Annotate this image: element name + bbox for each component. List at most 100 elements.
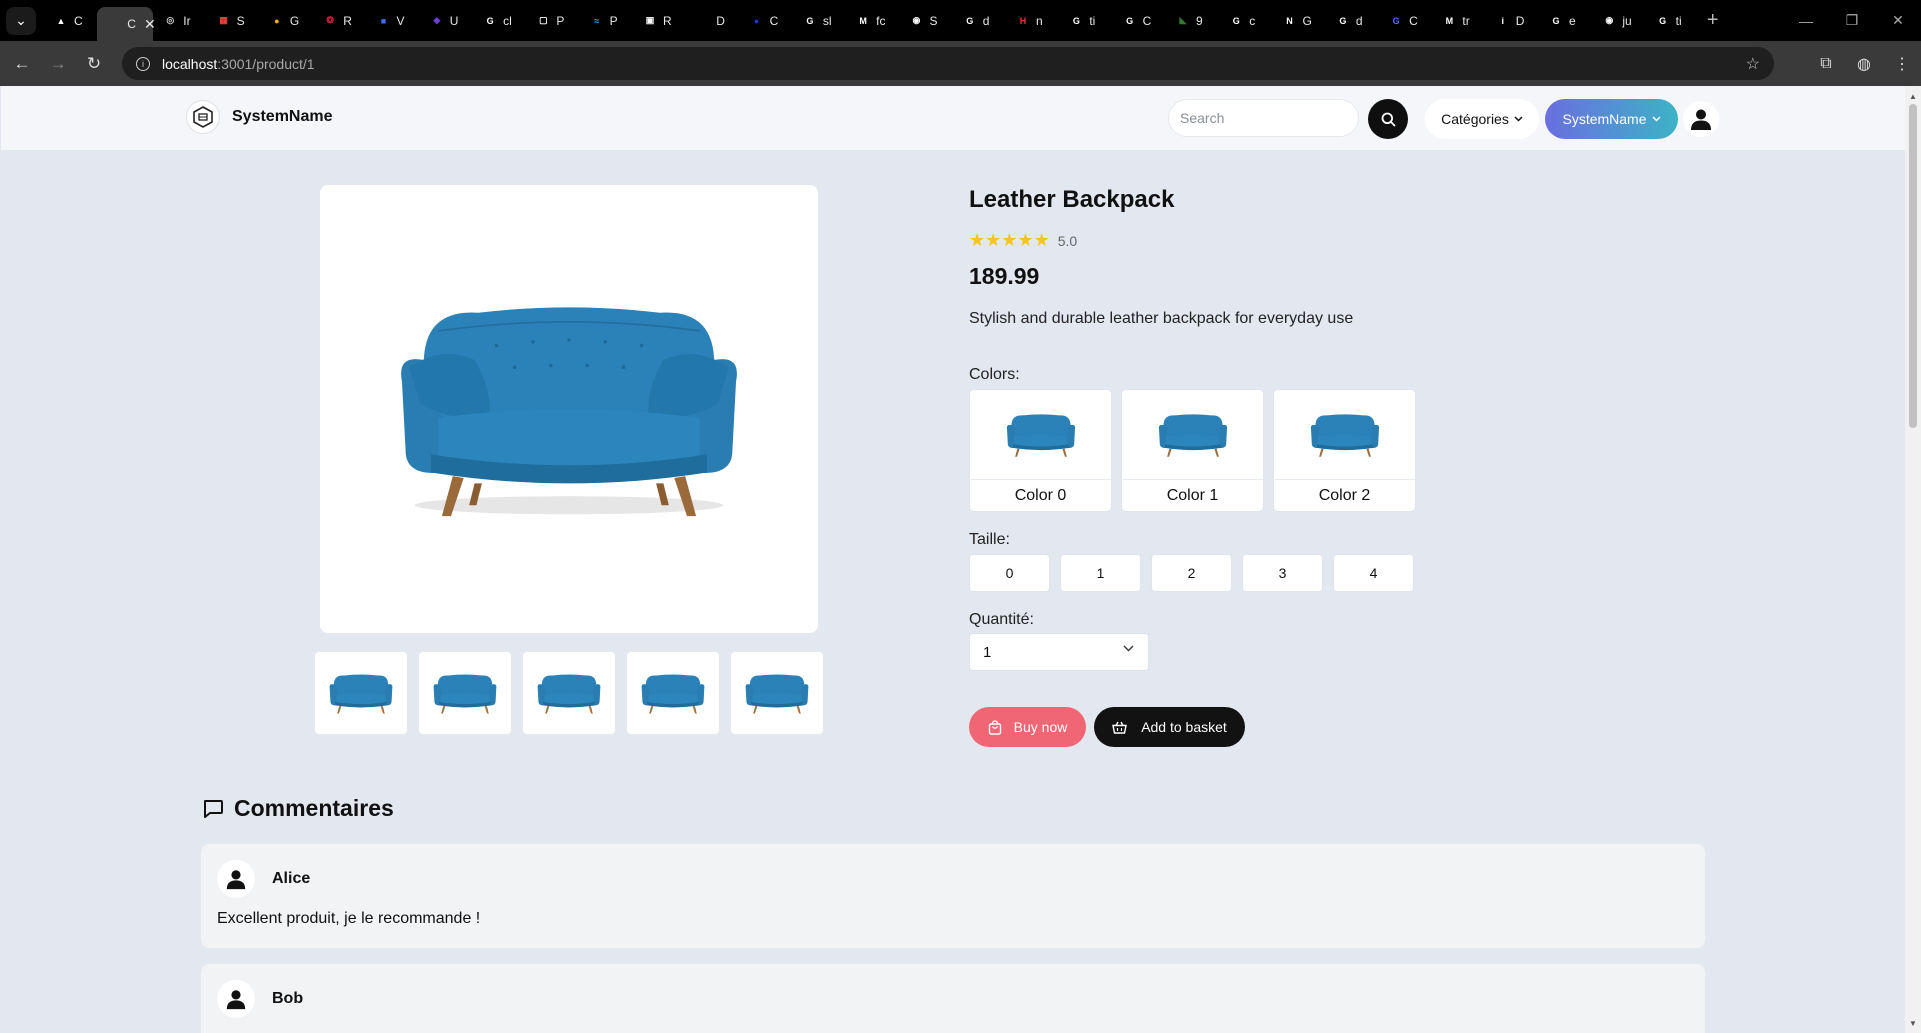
tab-title: S xyxy=(236,13,245,28)
extensions-icon[interactable]: ⧉ xyxy=(1807,48,1845,80)
tab-title: D xyxy=(716,13,725,28)
tab-title: C xyxy=(769,13,779,28)
back-arrow-icon[interactable]: ← xyxy=(8,50,36,78)
image-thumbnail[interactable] xyxy=(730,651,824,735)
sofa-thumbnail-image xyxy=(743,671,811,716)
bookmark-star-icon[interactable]: ☆ xyxy=(1746,54,1760,74)
size-option-button[interactable]: 1 xyxy=(1060,554,1141,592)
add-to-basket-button[interactable]: Add to basket xyxy=(1094,707,1245,747)
browser-tab[interactable]: ◉ ju xyxy=(1592,6,1645,36)
reload-icon[interactable]: ↻ xyxy=(80,50,108,78)
browser-tab-strip: ⌄ ▲ C C ✕ ◎ Ir ▦ S ● G ❂ R ■ V ◆ U Gcl ▢ P ≈ P ▣ R D ● C Gsl Mfc ◉ S G… xyxy=(0,0,1921,41)
color-option[interactable]: Color 2 xyxy=(1273,389,1416,512)
search-input[interactable] xyxy=(1168,99,1359,137)
browser-tab[interactable]: ■ V xyxy=(366,6,419,36)
image-thumbnail[interactable] xyxy=(314,651,408,735)
image-thumbnail[interactable] xyxy=(522,651,616,735)
tab-favicon-icon: G xyxy=(966,15,974,26)
tab-favicon-icon: G xyxy=(1392,15,1400,26)
page-viewport: SystemName Catégories SystemName xyxy=(1,86,1905,1033)
scrollbar-thumb[interactable] xyxy=(1909,104,1917,428)
restore-icon[interactable]: ❐ xyxy=(1829,0,1875,41)
browser-tab[interactable]: C ✕ xyxy=(97,7,156,41)
categories-label: Catégories xyxy=(1441,111,1509,127)
tab-favicon-icon: ≈ xyxy=(594,15,600,26)
browser-tab[interactable]: Gd xyxy=(953,6,1006,36)
size-option-button[interactable]: 3 xyxy=(1242,554,1323,592)
browser-tab[interactable]: ▲ C xyxy=(44,6,97,36)
browser-tab[interactable]: Ge xyxy=(1539,6,1592,36)
browser-tab[interactable]: iD xyxy=(1486,6,1539,36)
comment-author: Bob xyxy=(217,980,303,1018)
browser-tab[interactable]: ◎ Ir xyxy=(153,6,206,36)
tab-title: tr xyxy=(1462,13,1470,28)
browser-tab[interactable]: ● C xyxy=(740,6,793,36)
color-swatch-image xyxy=(970,390,1111,480)
scroll-down-icon[interactable]: ▼ xyxy=(1905,1015,1921,1031)
browser-tab[interactable]: ◆ U xyxy=(420,6,473,36)
product-description: Stylish and durable leather backpack for… xyxy=(969,310,1354,327)
browser-tab[interactable]: GC xyxy=(1113,6,1166,36)
search-button[interactable] xyxy=(1368,99,1408,139)
browser-tab[interactable]: Gsl xyxy=(793,6,846,36)
chevron-down-icon xyxy=(1651,116,1661,122)
tab-search-chevron-icon[interactable]: ⌄ xyxy=(6,6,36,35)
profile-icon[interactable]: ◍ xyxy=(1845,48,1883,80)
quantity-select[interactable]: 1 xyxy=(969,633,1149,671)
browser-tab[interactable]: NG xyxy=(1273,6,1326,36)
browser-menu-icon[interactable]: ⋮ xyxy=(1883,48,1921,80)
browser-tab[interactable]: Gd xyxy=(1326,6,1379,36)
size-option-button[interactable]: 4 xyxy=(1333,554,1414,592)
tab-title: S xyxy=(929,13,938,28)
site-logo[interactable]: SystemName xyxy=(186,100,333,134)
browser-tab[interactable]: Gc xyxy=(1219,6,1272,36)
page-scrollbar[interactable]: ▲ ▼ xyxy=(1905,86,1921,1033)
browser-tab[interactable]: ● G xyxy=(260,6,313,36)
tab-favicon-icon: G xyxy=(1072,15,1080,26)
user-account-button[interactable] xyxy=(1683,101,1719,137)
browser-tab[interactable]: ◉ S xyxy=(899,6,952,36)
browser-tab[interactable]: Hn xyxy=(1006,6,1059,36)
browser-tab[interactable]: ▣ R xyxy=(633,6,686,36)
address-bar[interactable]: i localhost:3001/product/1 ☆ xyxy=(122,47,1774,80)
browser-tab[interactable]: Gti xyxy=(1646,6,1699,36)
browser-tab[interactable]: ▦ S xyxy=(207,6,260,36)
categories-dropdown[interactable]: Catégories xyxy=(1425,99,1539,139)
product-main-image[interactable] xyxy=(320,185,818,633)
star-icon: ★ xyxy=(1017,230,1034,250)
browser-tab[interactable]: GC xyxy=(1379,6,1432,36)
quantity-value: 1 xyxy=(983,643,992,661)
tab-title: P xyxy=(556,13,565,28)
size-option-button[interactable]: 2 xyxy=(1151,554,1232,592)
color-option[interactable]: Color 0 xyxy=(969,389,1112,512)
close-window-icon[interactable]: ✕ xyxy=(1875,0,1921,41)
system-label: SystemName xyxy=(1562,111,1647,127)
browser-tab[interactable]: ◣ 9 xyxy=(1166,6,1219,36)
new-tab-plus-icon[interactable]: + xyxy=(1707,9,1719,32)
browser-tab[interactable]: ❂ R xyxy=(313,6,366,36)
browser-tab[interactable]: Mtr xyxy=(1432,6,1485,36)
image-thumbnail[interactable] xyxy=(418,651,512,735)
size-option-button[interactable]: 0 xyxy=(969,554,1050,592)
forward-arrow-icon[interactable]: → xyxy=(44,50,72,78)
sofa-thumbnail-image xyxy=(639,671,707,716)
browser-tab[interactable]: D xyxy=(686,6,739,36)
browser-tab[interactable]: Gcl xyxy=(473,6,526,36)
buy-now-button[interactable]: Buy now xyxy=(969,707,1086,747)
color-options: Color 0 Color 1 Color 2 xyxy=(969,389,1416,512)
browser-tab[interactable]: Mfc xyxy=(846,6,899,36)
browser-tab[interactable]: Gti xyxy=(1059,6,1112,36)
browser-tab[interactable]: ≈ P xyxy=(580,6,633,36)
system-dropdown[interactable]: SystemName xyxy=(1545,99,1678,139)
image-thumbnails xyxy=(314,651,824,735)
tab-title: ti xyxy=(1675,13,1682,28)
browser-tab[interactable]: ▢ P xyxy=(526,6,579,36)
site-info-icon[interactable]: i xyxy=(136,56,150,71)
color-option[interactable]: Color 1 xyxy=(1121,389,1264,512)
tab-title: V xyxy=(396,13,405,28)
color-swatch-image xyxy=(1122,390,1263,480)
tab-favicon-icon: G xyxy=(1659,15,1667,26)
minimize-icon[interactable]: — xyxy=(1783,0,1829,41)
scroll-up-icon[interactable]: ▲ xyxy=(1905,88,1921,104)
image-thumbnail[interactable] xyxy=(626,651,720,735)
